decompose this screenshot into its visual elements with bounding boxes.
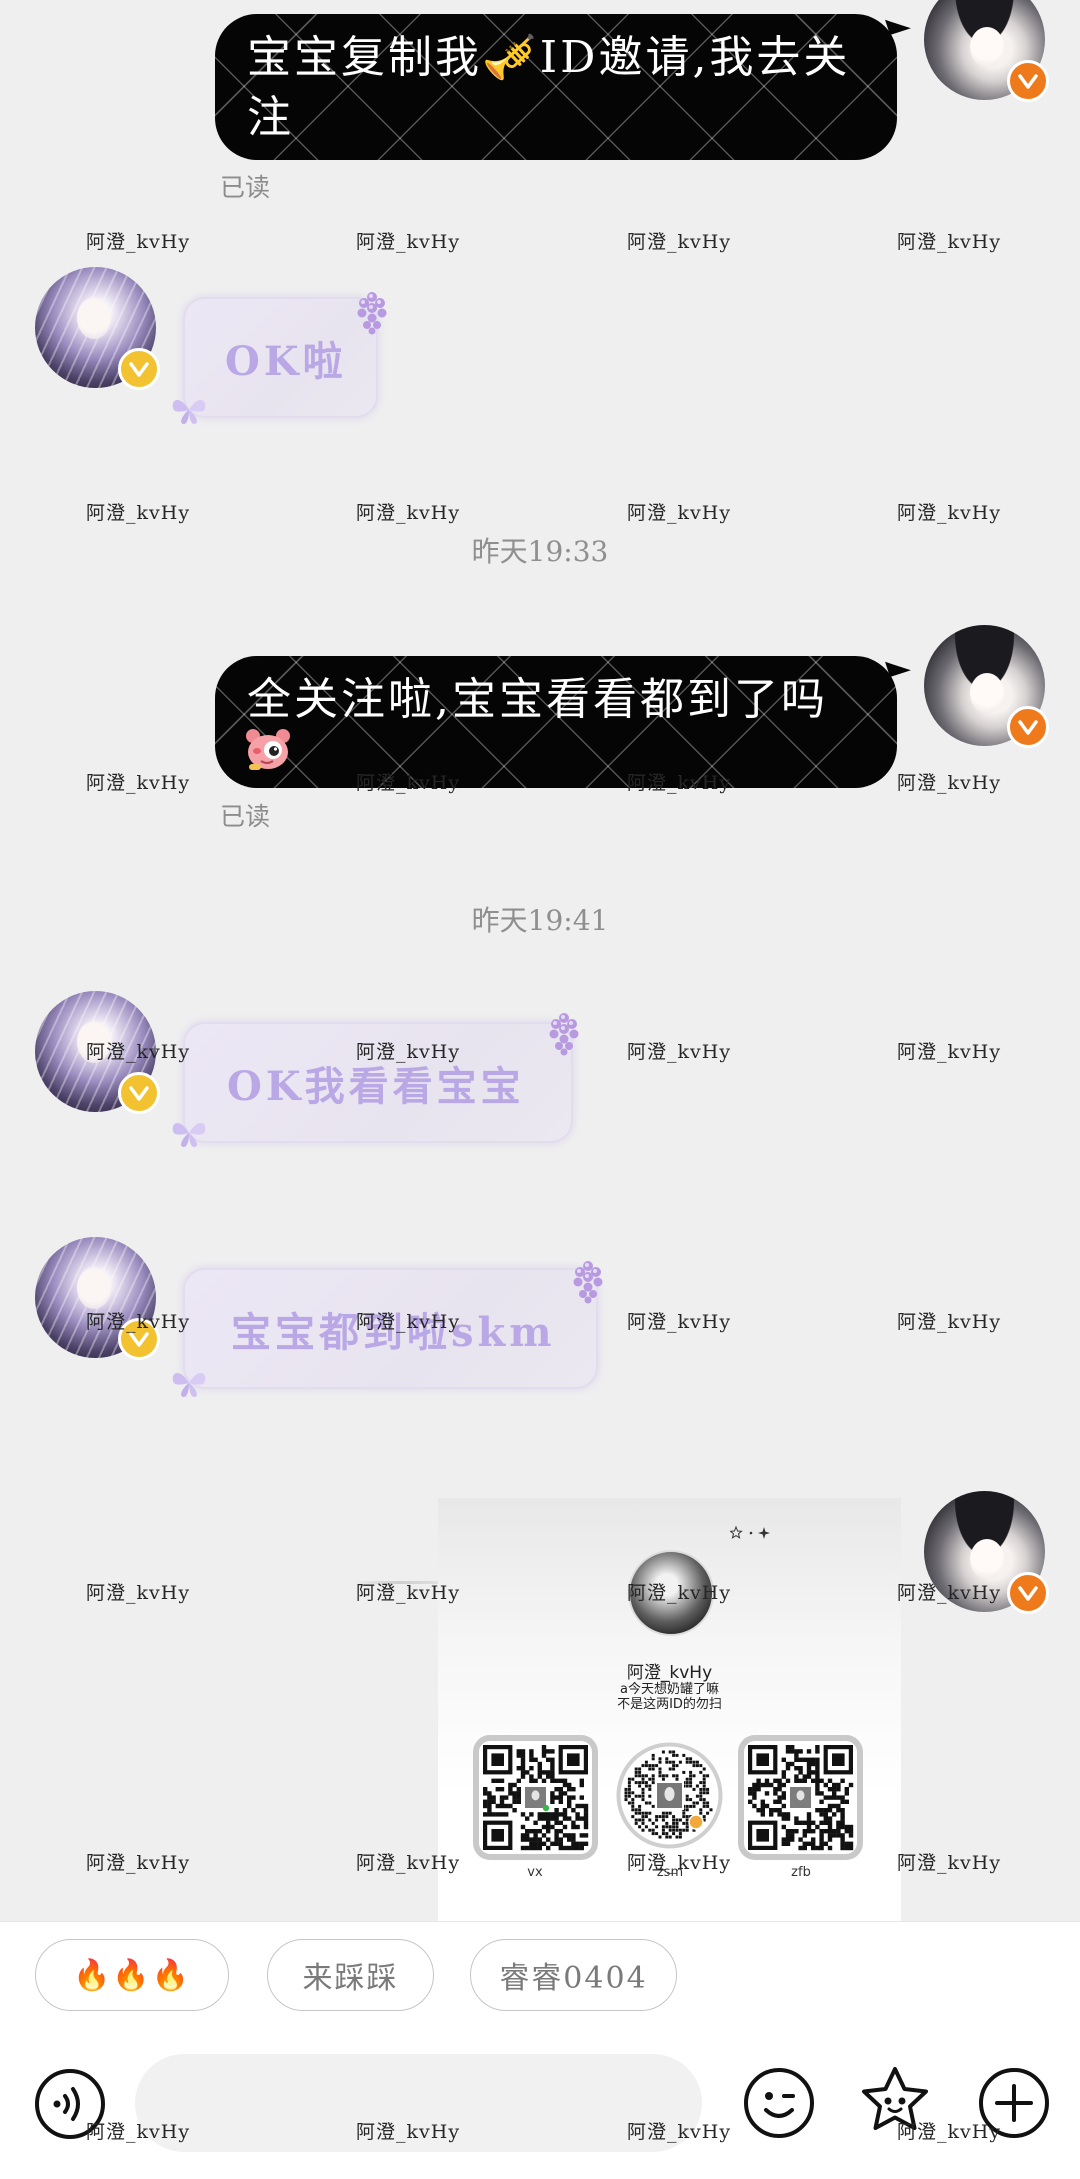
my-avatar[interactable] <box>924 0 1049 102</box>
quick-reply-label: 🔥🔥🔥 <box>72 1957 192 1993</box>
sparkle-stars-icon <box>730 1525 770 1539</box>
outgoing-message-bubble[interactable]: 全关注啦,宝宝看看都到了吗 <box>215 656 897 788</box>
image-message-card[interactable]: 阿澄_kvHy a今天想奶罐了嘛 不是这两ID的勿扫 vx zsm zfb <box>438 1498 901 1921</box>
quick-reply-label: 睿睿0404 <box>499 1961 648 1996</box>
watermark-text: 阿澄_kvHy <box>897 231 1002 253</box>
outgoing-message-bubble[interactable]: 宝宝复制我🎺ID邀请,我去关注 <box>215 14 897 160</box>
watermark-text: 阿澄_kvHy <box>356 502 461 524</box>
butterfly-decoration-icon <box>172 399 206 424</box>
verified-badge-icon <box>1007 1572 1049 1614</box>
contact-avatar[interactable] <box>35 267 160 390</box>
contact-avatar[interactable] <box>35 991 160 1114</box>
watermark-text: 阿澄_kvHy <box>86 231 191 253</box>
verified-badge-icon <box>118 1318 160 1360</box>
quick-reply-chip[interactable]: 睿睿0404 <box>470 1939 677 2011</box>
card-avatar-image <box>628 1550 714 1636</box>
quick-reply-chip[interactable]: 来踩踩 <box>267 1939 434 2011</box>
watermark-text: 阿澄_kvHy <box>897 772 1002 794</box>
chat-timestamp: 昨天19:41 <box>471 904 609 937</box>
flower-decoration-icon <box>549 1013 579 1056</box>
message-text: 宝宝复制我🎺ID邀请,我去关注 <box>247 32 851 143</box>
message-text: OK我看看宝宝 <box>227 1062 525 1110</box>
incoming-message-bubble[interactable]: OK我看看宝宝 <box>183 1022 573 1143</box>
flower-decoration-icon <box>357 292 387 335</box>
message-text: 全关注啦,宝宝看看都到了吗 <box>247 674 828 725</box>
chat-timestamp: 昨天19:33 <box>471 535 609 568</box>
verified-badge-icon <box>1007 706 1049 748</box>
verified-badge-icon <box>118 1072 160 1114</box>
watermark-text: 阿澄_kvHy <box>897 1311 1002 1333</box>
watermark-text: 阿澄_kvHy <box>627 1041 732 1063</box>
bear-face-sticker-icon <box>246 729 290 770</box>
read-status: 已读 <box>220 802 271 831</box>
read-status: 已读 <box>220 173 271 202</box>
qr-label: zfb <box>791 1865 811 1880</box>
contact-avatar[interactable] <box>35 1237 160 1360</box>
verified-badge-icon <box>1007 60 1049 102</box>
watermark-text: 阿澄_kvHy <box>86 1852 191 1874</box>
watermark-text: 阿澄_kvHy <box>86 502 191 524</box>
qr-code-zsm[interactable] <box>616 1742 723 1849</box>
watermark-text: 阿澄_kvHy <box>627 1311 732 1333</box>
qr-label: vx <box>527 1865 543 1880</box>
message-text: 宝宝都到啦skm <box>231 1308 556 1356</box>
message-input[interactable] <box>135 2054 702 2152</box>
my-avatar[interactable] <box>924 1491 1049 1614</box>
watermark-text: 阿澄_kvHy <box>897 1852 1002 1874</box>
flower-decoration-icon <box>573 1261 603 1304</box>
watermark-text: 阿澄_kvHy <box>897 502 1002 524</box>
voice-input-icon[interactable] <box>33 2067 107 2141</box>
decorative-line <box>354 1581 444 1584</box>
incoming-message-bubble[interactable]: 宝宝都到啦skm <box>183 1268 598 1389</box>
quick-reply-label: 来踩踩 <box>302 1961 399 1996</box>
qr-label: zsm <box>656 1865 684 1880</box>
watermark-text: 阿澄_kvHy <box>356 231 461 253</box>
message-text: OK啦 <box>225 337 347 385</box>
qr-code-vx[interactable] <box>473 1735 598 1860</box>
watermark-text: 阿澄_kvHy <box>897 1041 1002 1063</box>
watermark-text: 阿澄_kvHy <box>86 772 191 794</box>
quick-reply-chip[interactable]: 🔥🔥🔥 <box>35 1939 229 2011</box>
watermark-text: 阿澄_kvHy <box>86 1582 191 1604</box>
butterfly-decoration-icon <box>172 1372 206 1397</box>
my-avatar[interactable] <box>924 625 1049 748</box>
verified-badge-icon <box>118 348 160 390</box>
qr-code-zfb[interactable] <box>738 1735 863 1860</box>
incoming-message-bubble[interactable]: OK啦 <box>183 297 378 418</box>
plus-icon[interactable] <box>977 2066 1051 2140</box>
watermark-text: 阿澄_kvHy <box>627 231 732 253</box>
sticker-icon[interactable] <box>856 2063 934 2141</box>
card-line-2: 不是这两ID的勿扫 <box>617 1697 722 1712</box>
emoji-icon[interactable] <box>742 2066 816 2140</box>
watermark-text: 阿澄_kvHy <box>627 502 732 524</box>
butterfly-decoration-icon <box>172 1122 206 1147</box>
